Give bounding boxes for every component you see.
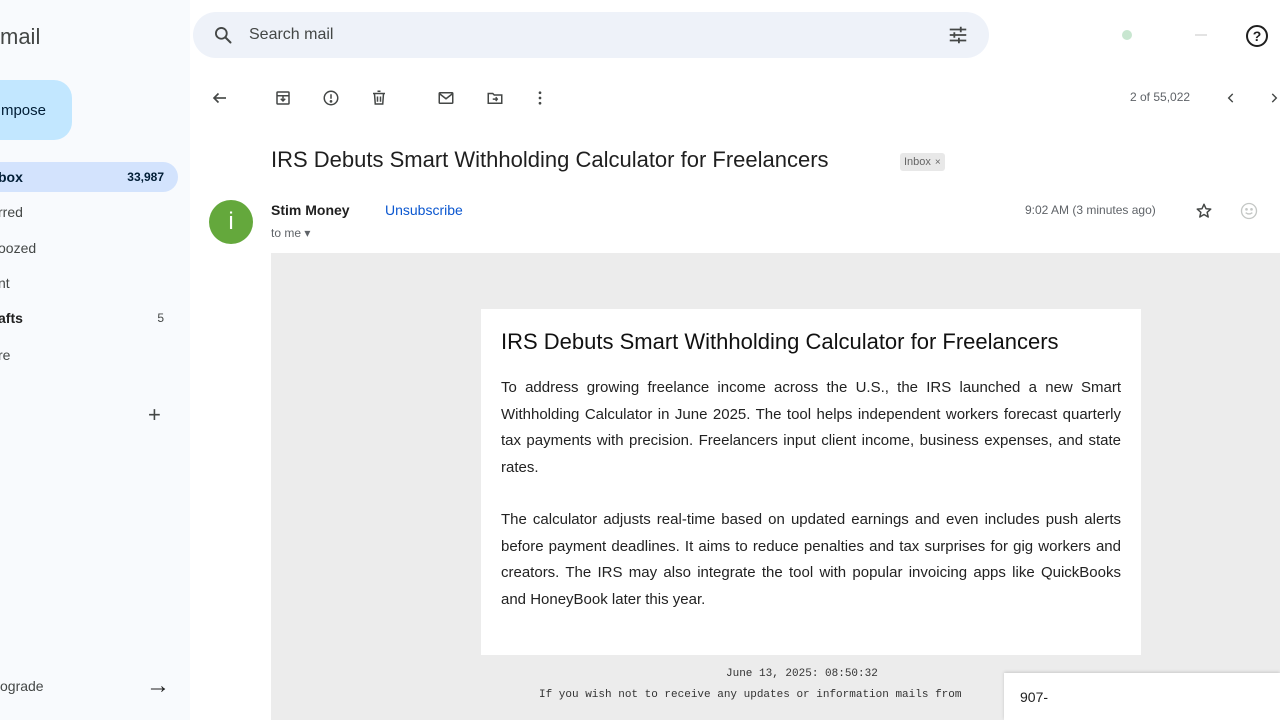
upgrade-row[interactable]: ograde → <box>0 672 170 700</box>
delete-icon[interactable] <box>367 86 391 110</box>
report-spam-icon[interactable] <box>319 86 343 110</box>
sender-name[interactable]: Stim Money <box>271 202 350 218</box>
upgrade-label: ograde <box>0 678 44 694</box>
sidebar: mail mpose box 33,987 rred oozed nt afts… <box>0 0 190 720</box>
recipient-details[interactable]: to me ▾ <box>271 226 310 240</box>
overlay-text: 907- <box>1020 688 1049 705</box>
emoji-react-icon[interactable] <box>1237 199 1261 223</box>
arrow-right-icon[interactable]: → <box>146 672 170 700</box>
chevron-left-icon[interactable] <box>1219 86 1243 110</box>
newsletter-paragraph: To address growing freelance income acro… <box>501 379 1121 476</box>
search-options-icon[interactable] <box>945 22 971 48</box>
sidebar-item-starred[interactable]: rred <box>0 197 178 227</box>
sidebar-item-count: 33,987 <box>127 170 164 184</box>
sidebar-item-more[interactable]: re <box>0 340 178 370</box>
sidebar-item-count: 5 <box>157 311 164 325</box>
app-brand[interactable]: mail <box>0 24 40 50</box>
newsletter-card: IRS Debuts Smart Withholding Calculator … <box>481 309 1141 655</box>
avatar[interactable]: i <box>209 200 253 244</box>
sidebar-item-label: oozed <box>0 240 37 256</box>
label-text: Inbox <box>904 156 931 168</box>
inbox-label-badge[interactable]: Inbox × <box>900 153 945 171</box>
sidebar-item-sent[interactable]: nt <box>0 268 178 298</box>
back-arrow-icon[interactable] <box>208 86 232 110</box>
email-body: IRS Debuts Smart Withholding Calculator … <box>271 253 1280 720</box>
email-subject: IRS Debuts Smart Withholding Calculator … <box>271 147 829 172</box>
email-timestamp: 9:02 AM (3 minutes ago) <box>1025 203 1156 217</box>
newsletter-title: IRS Debuts Smart Withholding Calculator … <box>501 329 1059 354</box>
status-indicator <box>1122 30 1132 40</box>
unsubscribe-link[interactable]: Unsubscribe <box>385 202 463 218</box>
help-icon[interactable]: ? <box>1244 23 1270 49</box>
search-input[interactable] <box>249 26 945 44</box>
remove-label-button[interactable]: × <box>935 157 941 168</box>
status-divider <box>1195 34 1207 36</box>
sidebar-item-label: nt <box>0 275 10 291</box>
pager-text: 2 of 55,022 <box>1130 90 1191 104</box>
overlay-panel: 907- <box>1004 673 1280 720</box>
sidebar-item-label: afts <box>0 310 23 326</box>
sidebar-item-label: re <box>0 347 11 363</box>
chevron-right-icon[interactable] <box>1262 86 1280 110</box>
newsletter-paragraph: The calculator adjusts real-time based o… <box>501 511 1121 608</box>
sidebar-item-inbox[interactable]: box 33,987 <box>0 162 178 192</box>
sidebar-item-label: box <box>0 169 23 185</box>
mark-unread-icon[interactable] <box>434 86 458 110</box>
sidebar-item-drafts[interactable]: afts 5 <box>0 303 178 333</box>
sidebar-item-snoozed[interactable]: oozed <box>0 233 178 263</box>
move-to-icon[interactable] <box>483 86 507 110</box>
more-vert-icon[interactable] <box>528 86 552 110</box>
footer-date: June 13, 2025: 08:50:32 <box>726 668 878 680</box>
svg-text:?: ? <box>1253 28 1262 44</box>
search-icon[interactable] <box>211 23 235 47</box>
footer-note: If you wish not to receive any updates o… <box>539 689 962 701</box>
star-icon[interactable] <box>1192 199 1216 223</box>
archive-icon[interactable] <box>271 86 295 110</box>
compose-button[interactable]: mpose <box>0 80 72 140</box>
sidebar-item-label: rred <box>0 204 23 220</box>
add-label-button[interactable]: + <box>148 402 161 428</box>
search-bar <box>193 12 989 58</box>
